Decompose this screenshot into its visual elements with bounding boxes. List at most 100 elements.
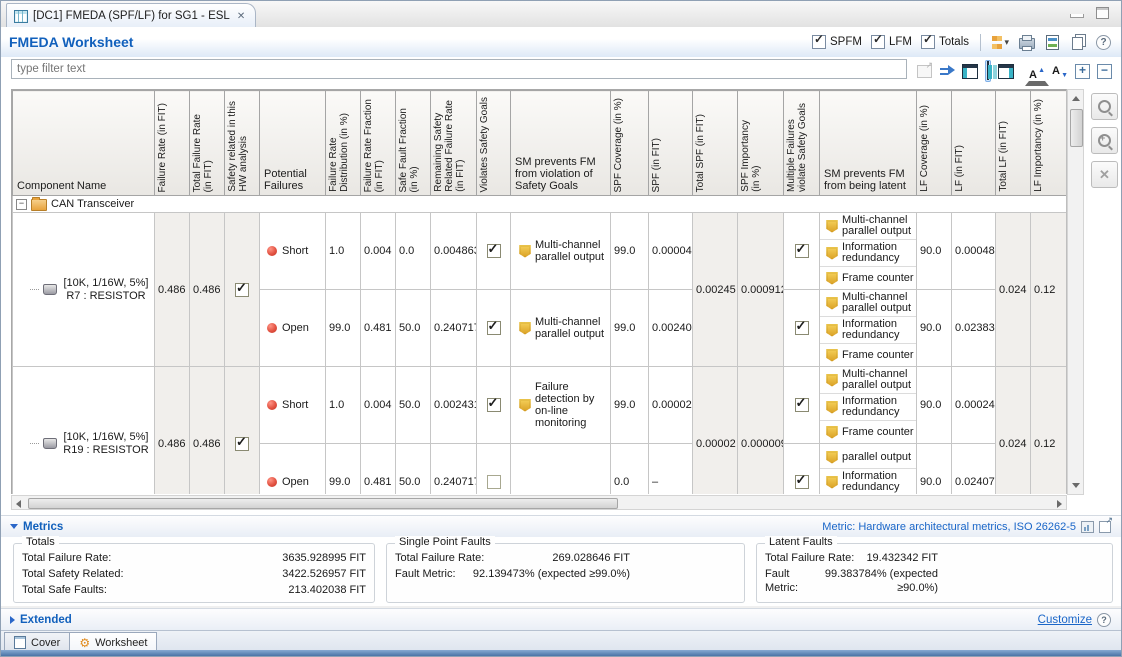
col-lf-coverage[interactable]: LF Coverage (in %): [917, 91, 952, 196]
col-failure-rate[interactable]: Failure Rate (in FIT): [155, 91, 190, 196]
print-button[interactable]: [1018, 34, 1035, 50]
violates-checkbox[interactable]: [487, 475, 501, 489]
shield-icon: [826, 374, 838, 387]
violates-checkbox[interactable]: ✓: [487, 244, 501, 258]
collapse-triangle-icon[interactable]: [10, 524, 18, 529]
close-tab-icon[interactable]: ✕: [237, 11, 245, 22]
group-row[interactable]: − CAN Transceiver: [13, 196, 1068, 213]
col-total-spf[interactable]: Total SPF (in FIT): [693, 91, 738, 196]
col-fr-distribution[interactable]: Failure Rate Distribution (in %): [326, 91, 361, 196]
violates-checkbox[interactable]: ✓: [487, 321, 501, 335]
extended-section-header[interactable]: Extended Customize ?: [1, 608, 1121, 631]
scroll-down-icon[interactable]: [1072, 483, 1080, 488]
safety-related-checkbox[interactable]: ✓: [235, 437, 249, 451]
collapse-all-button[interactable]: −: [1097, 64, 1112, 79]
col-multiple-failures[interactable]: Multiple Failures violate Safety Goals: [784, 91, 820, 196]
export-report-button[interactable]: [1044, 34, 1061, 50]
col-safety-related[interactable]: Safety related in this HW analysis: [225, 91, 260, 196]
lf-coverage-cell: 90.0: [917, 444, 952, 495]
spf-cell: –: [649, 444, 693, 495]
resistor-icon: [43, 438, 57, 449]
table-row[interactable]: [10K, 1/16W, 5%] R7 : RESISTOR 0.486 0.4…: [13, 213, 1068, 290]
col-violates-sg[interactable]: Violates Safety Goals: [477, 91, 511, 196]
spfm-checkbox[interactable]: ✓ SPFM: [812, 35, 862, 49]
tree-connector: [30, 289, 39, 290]
violates-checkbox[interactable]: ✓: [487, 398, 501, 412]
col-lf-importancy[interactable]: LF Importancy (in %): [1031, 91, 1068, 196]
horizontal-scrollbar-thumb[interactable]: [28, 498, 618, 509]
metrics-section-header[interactable]: Metrics Metric: Hardware architectural m…: [1, 515, 1121, 537]
distribution-cell: 99.0: [326, 444, 361, 495]
layout-compact-icon[interactable]: [962, 64, 978, 79]
col-spf-coverage[interactable]: SPF Coverage (in %): [611, 91, 649, 196]
lf-coverage-cell: 90.0: [917, 213, 952, 290]
font-decrease-button[interactable]: A: [1052, 65, 1068, 77]
view-menu-button[interactable]: ▾: [992, 34, 1009, 50]
spf-coverage-cell: 99.0: [611, 367, 649, 444]
col-remaining-fr[interactable]: Remaining Safety Related Failure Rate (i…: [431, 91, 477, 196]
scroll-left-icon[interactable]: [16, 500, 21, 508]
col-component-name[interactable]: Component Name: [13, 91, 155, 196]
failure-mode-icon: [267, 246, 277, 256]
font-increase-button[interactable]: A: [1025, 69, 1049, 86]
flatten-arrows-icon[interactable]: [939, 64, 955, 78]
col-potential-failures[interactable]: Potential Failures: [260, 91, 326, 196]
chevron-down-icon: ▾: [1004, 37, 1009, 48]
scroll-right-icon[interactable]: [1057, 500, 1062, 508]
safety-related-checkbox[interactable]: ✓: [235, 283, 249, 297]
col-total-failure-rate[interactable]: Total Failure Rate (in FIT): [190, 91, 225, 196]
table-row[interactable]: [10K, 1/16W, 5%] R19 : RESISTOR 0.486 0.…: [13, 367, 1068, 444]
add-button[interactable]: [1091, 127, 1118, 154]
copy-button[interactable]: [1070, 34, 1087, 50]
layout-standard-icon: [987, 61, 989, 80]
filter-input[interactable]: [11, 59, 907, 79]
multiple-failures-cell: ✓: [784, 290, 820, 367]
metric-value: 213.402038 FIT: [288, 583, 366, 597]
failure-cell: Short: [260, 367, 326, 444]
col-fr-fraction[interactable]: Failure Rate Fraction (in FIT): [361, 91, 396, 196]
expand-all-button[interactable]: +: [1075, 64, 1090, 79]
lf-coverage-cell: 90.0: [917, 290, 952, 367]
minimize-icon[interactable]: [1070, 14, 1084, 18]
violates-cell: ✓: [477, 367, 511, 444]
horizontal-scrollbar[interactable]: [11, 495, 1067, 510]
vertical-scrollbar-thumb[interactable]: [1070, 109, 1083, 147]
gear-icon: ⚙: [79, 637, 90, 649]
col-spf[interactable]: SPF (in FIT): [649, 91, 693, 196]
scroll-up-icon[interactable]: [1072, 96, 1080, 101]
help-button[interactable]: ?: [1096, 35, 1111, 50]
col-sm-latent[interactable]: SM prevents FM from being latent: [820, 91, 917, 196]
multiple-failures-checkbox[interactable]: ✓: [795, 244, 809, 258]
magnifier-icon: [1098, 100, 1111, 113]
multiple-failures-checkbox[interactable]: ✓: [795, 398, 809, 412]
open-external-icon[interactable]: [1099, 521, 1111, 533]
multiple-failures-checkbox[interactable]: ✓: [795, 321, 809, 335]
help-icon[interactable]: ?: [1097, 613, 1111, 627]
metric-value: 269.028646 FIT: [552, 551, 736, 565]
layout-wide-icon[interactable]: [998, 64, 1014, 79]
spf-importancy-cell: 0.000009: [738, 367, 784, 495]
col-total-lf[interactable]: Total LF (in FIT): [996, 91, 1031, 196]
collapse-expander-icon[interactable]: −: [16, 199, 27, 210]
delete-button[interactable]: ✕: [1091, 161, 1118, 188]
col-sm-violation[interactable]: SM prevents FM from violation of Safety …: [511, 91, 611, 196]
magnifier-plus-icon: [1098, 134, 1111, 147]
col-lf[interactable]: LF (in FIT): [952, 91, 996, 196]
failure-mode-icon: [267, 323, 277, 333]
col-spf-importancy[interactable]: SPF Importancy (in %): [738, 91, 784, 196]
totals-checkbox[interactable]: ✓ Totals: [921, 35, 969, 49]
editor-tab-fmeda[interactable]: [DC1] FMEDA (SPF/LF) for SG1 - ESL ✕: [6, 3, 256, 28]
vertical-scrollbar[interactable]: [1067, 89, 1084, 495]
multiple-failures-checkbox[interactable]: ✓: [795, 475, 809, 489]
maximize-icon[interactable]: [1096, 7, 1109, 19]
editor-tab-title: [DC1] FMEDA (SPF/LF) for SG1 - ESL: [33, 10, 230, 22]
col-safe-fault-fraction[interactable]: Safe Fault Fraction (in %): [396, 91, 431, 196]
layout-selected[interactable]: [985, 60, 991, 82]
safety-related-cell: ✓: [225, 367, 260, 495]
expand-triangle-icon[interactable]: [10, 616, 15, 624]
lfm-checkbox[interactable]: ✓ LFM: [871, 35, 912, 49]
customize-link[interactable]: Customize: [1038, 614, 1092, 626]
metric-standard-link[interactable]: Metric: Hardware architectural metrics, …: [822, 521, 1076, 533]
export-icon[interactable]: [1081, 521, 1094, 533]
edit-button[interactable]: [1091, 93, 1118, 120]
